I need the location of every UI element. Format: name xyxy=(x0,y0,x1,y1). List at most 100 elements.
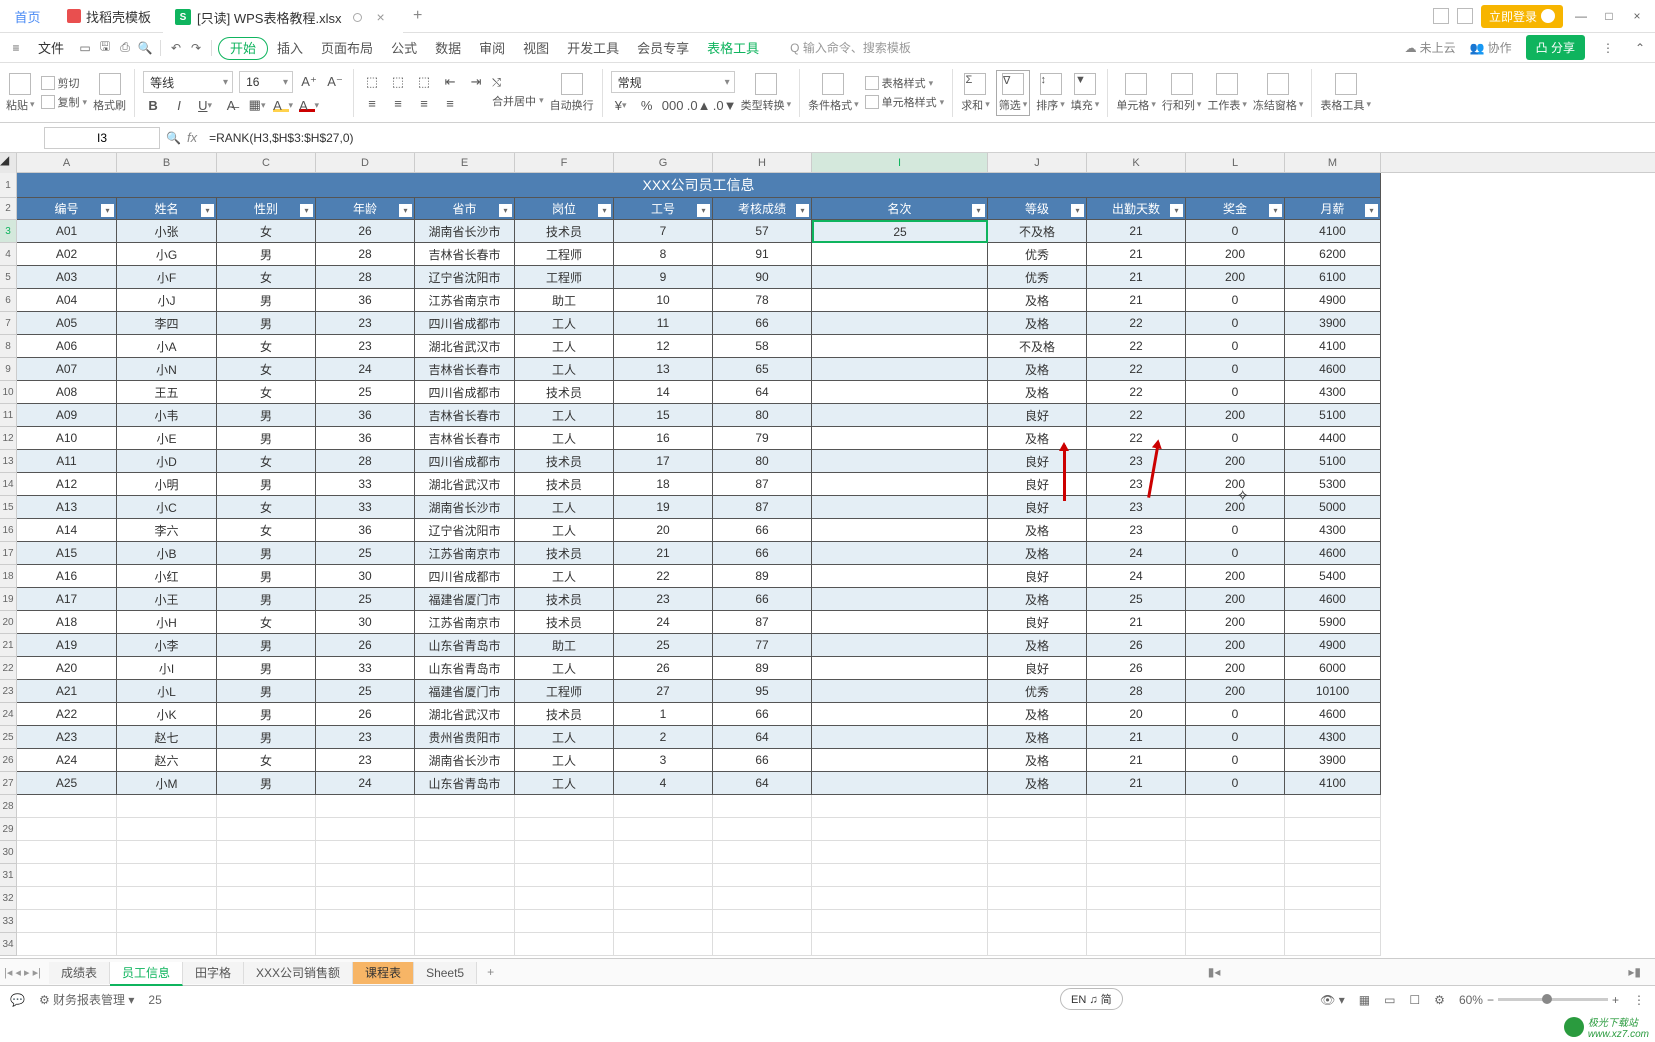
sheet-nav[interactable]: |◂ ◂ ▸ ▸| xyxy=(4,966,49,979)
data-cell[interactable]: 湖南省长沙市 xyxy=(415,496,515,519)
empty-cell[interactable] xyxy=(1186,864,1285,887)
data-cell[interactable]: 24 xyxy=(1087,542,1186,565)
data-cell[interactable]: 80 xyxy=(713,404,812,427)
data-cell[interactable]: 36 xyxy=(316,519,415,542)
column-header[interactable]: 月薪▾ xyxy=(1285,198,1381,220)
empty-cell[interactable] xyxy=(217,818,316,841)
data-cell[interactable]: 200 xyxy=(1186,404,1285,427)
print-icon[interactable]: ⎙ xyxy=(116,39,134,57)
share-button[interactable]: 凸 分享 xyxy=(1526,35,1585,60)
data-cell[interactable]: 男 xyxy=(217,634,316,657)
data-cell[interactable]: 技术员 xyxy=(515,588,614,611)
filter-dropdown-icon[interactable]: ▾ xyxy=(1365,204,1378,217)
data-cell[interactable]: 四川省成都市 xyxy=(415,565,515,588)
rowcol-button[interactable]: 行和列▾ xyxy=(1162,73,1202,113)
data-cell[interactable]: 26 xyxy=(614,657,713,680)
file-menu[interactable]: 文件 xyxy=(28,35,74,60)
sum-button[interactable]: Σ求和▾ xyxy=(961,73,990,113)
data-cell[interactable]: 64 xyxy=(713,772,812,795)
empty-cell[interactable] xyxy=(1285,818,1381,841)
data-cell[interactable]: 江苏省南京市 xyxy=(415,289,515,312)
empty-cell[interactable] xyxy=(17,841,117,864)
empty-cell[interactable] xyxy=(515,933,614,956)
data-cell[interactable]: 17 xyxy=(614,450,713,473)
formula-input[interactable]: =RANK(H3,$H$3:$H$27,0) xyxy=(203,128,1651,148)
align-justify-icon[interactable]: ≡ xyxy=(440,94,460,112)
filter-dropdown-icon[interactable]: ▾ xyxy=(499,204,512,217)
data-cell[interactable]: 女 xyxy=(217,381,316,404)
data-cell[interactable]: 66 xyxy=(713,542,812,565)
data-cell[interactable]: 2 xyxy=(614,726,713,749)
data-cell[interactable]: 21 xyxy=(1087,749,1186,772)
empty-cell[interactable] xyxy=(515,795,614,818)
data-cell[interactable]: 23 xyxy=(316,726,415,749)
row-header[interactable]: 29 xyxy=(0,818,17,841)
data-cell[interactable] xyxy=(812,680,988,703)
data-cell[interactable]: A23 xyxy=(17,726,117,749)
empty-cell[interactable] xyxy=(812,864,988,887)
data-cell[interactable]: 16 xyxy=(614,427,713,450)
empty-cell[interactable] xyxy=(988,841,1087,864)
font-select[interactable]: 等线 xyxy=(143,71,233,93)
data-cell[interactable]: 技术员 xyxy=(515,473,614,496)
fill-button[interactable]: ▼填充▾ xyxy=(1071,73,1100,113)
data-cell[interactable]: 26 xyxy=(1087,634,1186,657)
data-cell[interactable]: 23 xyxy=(614,588,713,611)
comma-icon[interactable]: 000 xyxy=(663,96,683,114)
data-cell[interactable]: 小张 xyxy=(117,220,217,243)
decrease-font-icon[interactable]: A⁻ xyxy=(325,73,345,91)
col-header[interactable]: C xyxy=(217,153,316,172)
filter-dropdown-icon[interactable]: ▾ xyxy=(796,204,809,217)
data-cell[interactable] xyxy=(812,519,988,542)
data-cell[interactable]: 24 xyxy=(316,358,415,381)
data-cell[interactable]: 良好 xyxy=(988,450,1087,473)
view-eye-icon[interactable]: 👁 ▾ xyxy=(1320,993,1345,1007)
data-cell[interactable]: 21 xyxy=(614,542,713,565)
data-cell[interactable]: 小李 xyxy=(117,634,217,657)
data-cell[interactable]: 及格 xyxy=(988,634,1087,657)
empty-cell[interactable] xyxy=(1087,841,1186,864)
data-cell[interactable]: 25 xyxy=(1087,588,1186,611)
bold-button[interactable]: B xyxy=(143,96,163,114)
close-tab-icon[interactable]: × xyxy=(376,9,384,25)
row-header[interactable]: 8 xyxy=(0,335,17,358)
empty-cell[interactable] xyxy=(117,864,217,887)
data-cell[interactable]: A04 xyxy=(17,289,117,312)
data-cell[interactable]: 男 xyxy=(217,565,316,588)
inc-decimal-icon[interactable]: .0▲ xyxy=(689,96,709,114)
data-cell[interactable] xyxy=(812,427,988,450)
empty-cell[interactable] xyxy=(515,818,614,841)
data-cell[interactable]: 四川省成都市 xyxy=(415,450,515,473)
open-icon[interactable]: ▭ xyxy=(76,39,94,57)
column-header[interactable]: 编号▾ xyxy=(17,198,117,220)
grid-icon[interactable] xyxy=(1457,8,1473,24)
data-cell[interactable]: 不及格 xyxy=(988,335,1087,358)
data-cell[interactable]: 66 xyxy=(713,703,812,726)
data-cell[interactable] xyxy=(812,496,988,519)
align-middle-icon[interactable]: ⬚ xyxy=(388,73,408,91)
data-cell[interactable]: 工人 xyxy=(515,565,614,588)
empty-cell[interactable] xyxy=(812,910,988,933)
data-cell[interactable]: 技术员 xyxy=(515,611,614,634)
filter-dropdown-icon[interactable]: ▾ xyxy=(201,204,214,217)
data-cell[interactable] xyxy=(812,772,988,795)
data-cell[interactable]: 良好 xyxy=(988,611,1087,634)
spreadsheet-grid[interactable]: ◢ABCDEFGHIJKLM 1XXX公司员工信息2编号▾姓名▾性别▾年龄▾省市… xyxy=(0,153,1655,959)
empty-cell[interactable] xyxy=(217,933,316,956)
data-cell[interactable] xyxy=(812,588,988,611)
empty-cell[interactable] xyxy=(812,841,988,864)
italic-button[interactable]: I xyxy=(169,96,189,114)
data-cell[interactable]: 小明 xyxy=(117,473,217,496)
data-cell[interactable]: 及格 xyxy=(988,542,1087,565)
data-cell[interactable]: 女 xyxy=(217,519,316,542)
data-cell[interactable]: 26 xyxy=(316,703,415,726)
data-cell[interactable]: A17 xyxy=(17,588,117,611)
data-cell[interactable]: 吉林省长春市 xyxy=(415,404,515,427)
data-cell[interactable]: 男 xyxy=(217,427,316,450)
data-cell[interactable]: A07 xyxy=(17,358,117,381)
data-cell[interactable] xyxy=(812,289,988,312)
data-cell[interactable]: 11 xyxy=(614,312,713,335)
data-cell[interactable] xyxy=(812,450,988,473)
data-cell[interactable]: 及格 xyxy=(988,519,1087,542)
filter-dropdown-icon[interactable]: ▾ xyxy=(1071,204,1084,217)
